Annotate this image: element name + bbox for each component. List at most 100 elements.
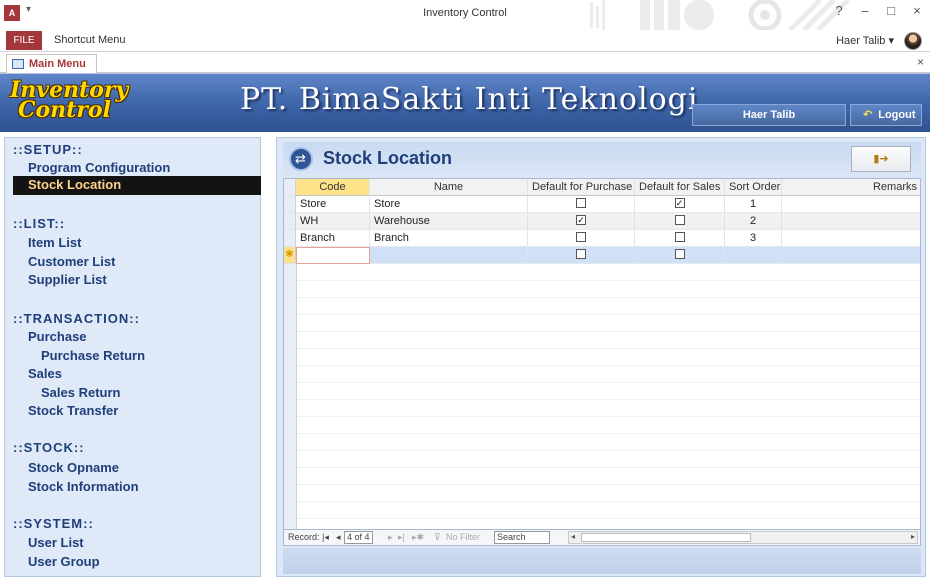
cell-default-purchase <box>528 230 635 247</box>
no-filter-button[interactable]: No Filter <box>446 532 480 542</box>
empty-grid-line <box>284 519 920 529</box>
cell-remarks[interactable] <box>782 213 920 230</box>
cell-sort-order[interactable]: 1 <box>725 196 782 213</box>
minimize-button[interactable]: – <box>858 3 872 18</box>
empty-grid-line <box>284 434 920 451</box>
section-system: ::SYSTEM:: <box>13 516 94 531</box>
new-record-button[interactable]: ▸✱ <box>412 532 424 543</box>
menu-item-stock-opname[interactable]: Stock Opname <box>28 460 119 475</box>
tab-main-menu[interactable]: Main Menu <box>6 54 97 73</box>
record-navigation-bar: Record: |◂ ◂ 4 of 4 ▸ ▸| ▸✱ ⊽ No Filter … <box>283 530 921 546</box>
exit-door-icon: ▮➜ <box>873 153 889 165</box>
cell-sort-order[interactable]: 2 <box>725 213 782 230</box>
next-record-button[interactable]: ▸ <box>388 532 393 543</box>
new-name-input[interactable] <box>370 247 528 264</box>
new-record-row[interactable]: ✱ <box>284 247 920 264</box>
column-header-name[interactable]: Name <box>370 179 528 196</box>
empty-grid-line <box>284 315 920 332</box>
menu-item-purchase[interactable]: Purchase <box>28 329 87 344</box>
cell-default-purchase <box>528 196 635 213</box>
menu-item-stock-location[interactable]: Stock Location <box>13 176 261 195</box>
cell-remarks[interactable] <box>782 196 920 213</box>
current-record-field[interactable]: 4 of 4 <box>344 531 373 544</box>
cell-name[interactable]: Store <box>370 196 528 213</box>
help-icon[interactable]: ? <box>832 3 846 18</box>
main-menu-sidebar: ::SETUP:: Program Configuration Stock Lo… <box>4 137 261 577</box>
default-sales-checkbox[interactable] <box>674 249 685 260</box>
menu-item-sales[interactable]: Sales <box>28 366 62 381</box>
menu-item-sales-return[interactable]: Sales Return <box>41 385 120 400</box>
cell-name[interactable]: Warehouse <box>370 213 528 230</box>
table-row[interactable]: Branch Branch 3 <box>284 230 920 247</box>
default-sales-checkbox[interactable] <box>674 232 685 243</box>
menu-item-stock-information[interactable]: Stock Information <box>28 479 139 494</box>
empty-grid-line <box>284 281 920 298</box>
previous-record-button[interactable]: ◂ <box>336 532 341 543</box>
account-user-name[interactable]: Haer Talib ▾ <box>836 34 894 47</box>
column-header-sort-order[interactable]: Sort Order <box>725 179 782 196</box>
menu-item-stock-transfer[interactable]: Stock Transfer <box>28 403 118 418</box>
cell-code[interactable]: WH <box>296 213 370 230</box>
column-header-remarks[interactable]: Remarks <box>782 179 920 196</box>
default-purchase-checkbox[interactable]: ✓ <box>576 215 586 226</box>
cell-code[interactable]: Branch <box>296 230 370 247</box>
last-record-button[interactable]: ▸| <box>398 532 405 543</box>
table-row[interactable]: WH Warehouse ✓ 2 <box>284 213 920 230</box>
cell-default-sales <box>635 230 725 247</box>
horizontal-scrollbar[interactable]: ◂ ▸ <box>568 531 918 544</box>
menu-item-program-configuration[interactable]: Program Configuration <box>28 160 170 175</box>
column-header-code[interactable]: Code <box>296 179 370 196</box>
scroll-right-icon[interactable]: ▸ <box>911 532 915 541</box>
record-selector[interactable] <box>284 213 296 230</box>
empty-grid-line <box>284 485 920 502</box>
default-purchase-checkbox[interactable] <box>576 249 586 260</box>
empty-grid-line <box>284 383 920 400</box>
close-tab-icon[interactable]: × <box>917 55 924 69</box>
first-record-button[interactable]: |◂ <box>322 532 329 543</box>
select-all-cell[interactable] <box>284 179 296 196</box>
cell-sort-order[interactable]: 3 <box>725 230 782 247</box>
column-header-default-purchase[interactable]: Default for Purchase <box>528 179 635 196</box>
record-label: Record: <box>288 532 320 542</box>
new-sort-order-input[interactable] <box>725 247 782 264</box>
scroll-thumb[interactable] <box>581 533 751 542</box>
file-tab[interactable]: FILE <box>6 31 42 50</box>
menu-item-user-list[interactable]: User List <box>28 535 84 550</box>
scroll-left-icon[interactable]: ◂ <box>571 532 575 541</box>
section-transaction: ::TRANSACTION:: <box>13 311 140 326</box>
table-row[interactable]: Store Store ✓ 1 <box>284 196 920 213</box>
search-input[interactable]: Search <box>494 531 550 544</box>
form-footer <box>283 548 921 574</box>
maximize-button[interactable]: □ <box>884 3 898 18</box>
tab-main-menu-label: Main Menu <box>29 58 86 70</box>
new-remarks-input[interactable] <box>782 247 920 264</box>
cell-name[interactable]: Branch <box>370 230 528 247</box>
close-form-button[interactable]: ▮➜ <box>851 146 911 172</box>
menu-item-purchase-return[interactable]: Purchase Return <box>41 348 145 363</box>
menu-item-supplier-list[interactable]: Supplier List <box>28 272 107 287</box>
record-selector[interactable] <box>284 196 296 213</box>
avatar[interactable] <box>904 32 922 50</box>
menu-item-item-list[interactable]: Item List <box>28 235 81 250</box>
location-icon <box>289 147 313 171</box>
close-button[interactable]: × <box>910 3 924 18</box>
logout-label: Logout <box>878 109 916 121</box>
record-selector[interactable] <box>284 230 296 247</box>
default-purchase-checkbox[interactable] <box>576 232 586 243</box>
menu-item-customer-list[interactable]: Customer List <box>28 254 115 269</box>
default-sales-checkbox[interactable]: ✓ <box>674 198 685 209</box>
shortcut-menu-tab[interactable]: Shortcut Menu <box>54 34 126 46</box>
column-header-default-sales[interactable]: Default for Sales <box>635 179 725 196</box>
menu-item-user-group[interactable]: User Group <box>28 554 100 569</box>
cell-remarks[interactable] <box>782 230 920 247</box>
default-sales-checkbox[interactable] <box>674 215 685 226</box>
new-record-marker-icon: ✱ <box>284 247 296 264</box>
logout-button[interactable]: ↶ Logout <box>850 104 922 126</box>
company-name: PT. BimaSakti Inti Teknologi <box>240 82 699 117</box>
empty-grid-line <box>284 332 920 349</box>
cell-code[interactable]: Store <box>296 196 370 213</box>
default-purchase-checkbox[interactable] <box>576 198 586 209</box>
new-code-input[interactable] <box>296 247 370 264</box>
empty-grid-line <box>284 366 920 383</box>
cell-default-sales: ✓ <box>635 196 725 213</box>
